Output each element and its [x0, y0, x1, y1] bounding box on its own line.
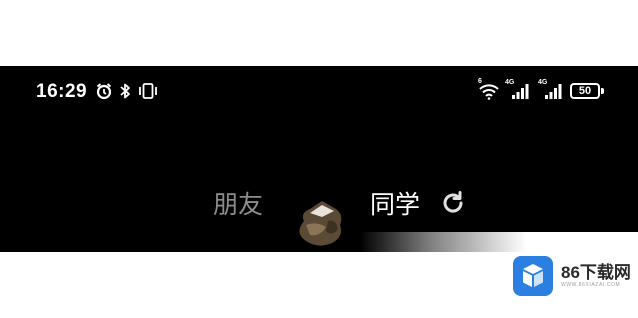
vibrate-icon [139, 83, 157, 99]
watermark-logo-icon [513, 256, 553, 296]
status-bar: 16:29 6 4G 4G 50 [0, 66, 638, 114]
tab-friends[interactable]: 朋友 [213, 185, 263, 221]
wifi-label: 6 [478, 78, 482, 85]
watermark: 86下载网 WWW.86XIAZAI.COM [513, 256, 631, 296]
blurred-strip [360, 232, 638, 252]
status-time: 16:29 [36, 81, 88, 102]
battery-icon: 50 [570, 83, 600, 99]
watermark-title: 86下载网 [561, 263, 631, 282]
refresh-icon[interactable] [440, 190, 466, 216]
battery-level: 50 [578, 85, 592, 97]
tab-classmates[interactable]: 同学 [370, 185, 420, 221]
alarm-icon [96, 83, 112, 100]
battery-cap [601, 88, 604, 94]
bluetooth-icon [120, 83, 130, 99]
app-screen: 16:29 6 4G 4G 50 朋友 同学 [0, 66, 638, 252]
watermark-url: WWW.86XIAZAI.COM [561, 282, 621, 288]
signal-icon [512, 84, 529, 99]
signal-icon [545, 84, 562, 99]
user-avatar[interactable] [292, 199, 348, 247]
